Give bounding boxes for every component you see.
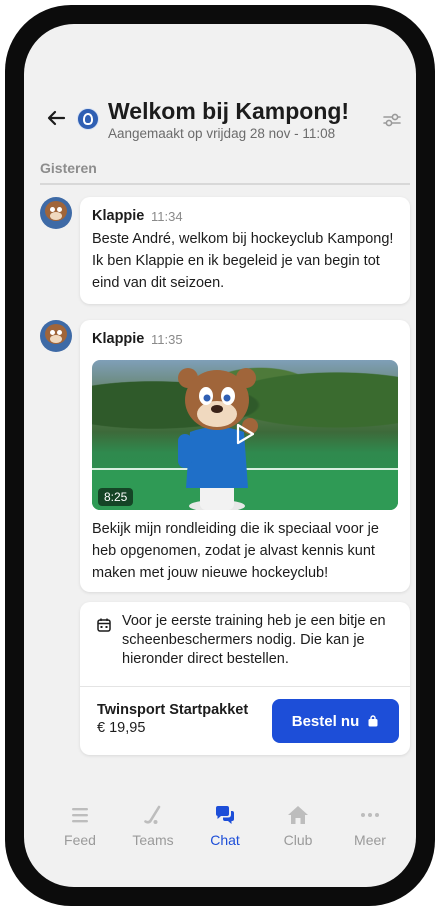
hockey-stick-icon	[144, 805, 161, 824]
nav-label: Feed	[64, 832, 96, 848]
nav-item-teams[interactable]: Teams	[118, 804, 188, 848]
nav-item-more[interactable]: Meer	[335, 804, 405, 848]
list-icon	[72, 808, 88, 823]
created-date: Aangemaakt op vrijdag 28 nov - 11:08	[108, 126, 336, 141]
divider	[80, 686, 410, 687]
date-separator: Gisteren	[40, 160, 97, 176]
message-bubble: Klappie 11:35 8:25 Bekijk mijn rondleidi…	[80, 320, 410, 592]
page-title: Welkom bij Kampong!	[108, 98, 350, 124]
message-text: Beste André, welkom bij hockeyclub Kampo…	[92, 231, 394, 291]
chat-screen: Welkom bij Kampong! Aangemaakt op vrijda…	[24, 24, 416, 887]
shopping-bag-icon	[368, 715, 378, 727]
nav-label: Chat	[210, 832, 240, 848]
order-card: Voor je eerste training heb je een bitje…	[80, 602, 410, 755]
more-icon	[361, 813, 379, 817]
sliders-settings-icon[interactable]	[383, 112, 401, 128]
play-icon[interactable]	[234, 422, 256, 446]
nav-item-feed[interactable]: Feed	[45, 804, 115, 848]
product-price: € 19,95	[97, 720, 146, 736]
message-time: 11:35	[151, 332, 183, 347]
message-sender: Klappie	[92, 331, 145, 347]
message-bubble: Klappie 11:34 Beste André, welkom bij ho…	[80, 197, 410, 304]
phone-frame: Welkom bij Kampong! Aangemaakt op vrijda…	[5, 5, 435, 906]
message-time: 11:34	[151, 209, 183, 224]
nav-label: Club	[283, 832, 313, 848]
nav-label: Meer	[354, 832, 386, 848]
avatar[interactable]	[40, 320, 72, 352]
back-arrow-icon[interactable]	[44, 106, 68, 130]
club-logo	[77, 108, 99, 130]
product-name: Twinsport Startpakket	[97, 702, 249, 718]
calendar-icon	[97, 618, 111, 632]
order-button[interactable]: Bestel nu	[272, 699, 399, 743]
home-icon	[288, 806, 308, 824]
bottom-nav: Feed Teams Chat Club Meer	[24, 804, 416, 864]
nav-item-chat[interactable]: Chat	[190, 804, 260, 848]
nav-item-club[interactable]: Club	[263, 804, 333, 848]
message-text: Bekijk mijn rondleiding die ik speciaal …	[92, 521, 379, 581]
video-duration: 8:25	[98, 488, 134, 506]
order-button-label: Bestel nu	[291, 712, 360, 730]
separator-line	[40, 183, 410, 185]
video-thumbnail[interactable]: 8:25	[92, 360, 398, 510]
avatar[interactable]	[40, 197, 72, 229]
order-card-text: Voor je eerste training heb je een bitje…	[122, 613, 386, 667]
nav-label: Teams	[132, 832, 174, 848]
chat-bubbles-icon	[216, 806, 234, 824]
message-sender: Klappie	[92, 208, 145, 224]
